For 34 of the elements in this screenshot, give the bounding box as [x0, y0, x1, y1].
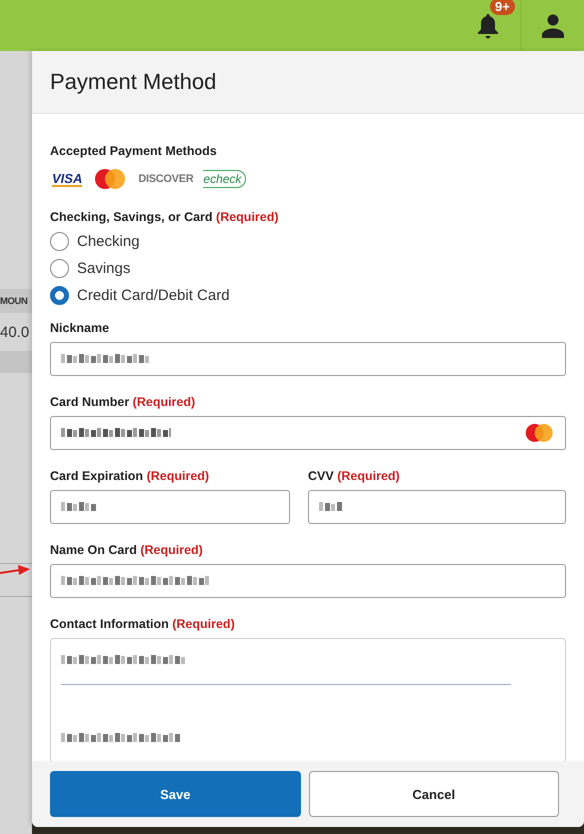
panel-title: Payment Method [50, 69, 216, 95]
table-row-band [0, 351, 32, 373]
table-cell-text: 40.0 [0, 322, 30, 342]
echeck-logo: echeck [203, 170, 246, 188]
field-label: Card Number (Required) [50, 395, 196, 409]
mastercard-logo-icon [522, 423, 555, 443]
bell-icon[interactable] [477, 12, 499, 38]
text-field[interactable] [50, 490, 290, 524]
user-icon[interactable] [542, 14, 564, 38]
save-button[interactable]: Save [50, 771, 300, 817]
cancel-button[interactable]: Cancel [308, 771, 559, 817]
field-label: Contact Information (Required) [50, 617, 236, 631]
table-header: MOUN [0, 289, 32, 313]
radio-button[interactable] [50, 286, 69, 305]
field-label: Nickname [50, 321, 110, 335]
radio-button[interactable] [50, 259, 69, 278]
redacted-text-drawing [61, 502, 97, 512]
radio-option[interactable]: Savings [50, 255, 566, 282]
radio-button[interactable] [50, 232, 69, 251]
text-field[interactable] [50, 564, 566, 598]
redacted-text-drawing [319, 502, 343, 512]
text-field[interactable] [308, 490, 566, 524]
discover-logo: DISCOVER [138, 173, 194, 185]
notification-badge: 9+ [490, 0, 515, 15]
radio-option[interactable]: Credit Card/Debit Card [50, 282, 566, 309]
radio-option[interactable]: Checking [50, 228, 566, 255]
text-field[interactable] [50, 416, 566, 450]
field-label: Card Expiration (Required) [50, 469, 210, 483]
field-label: Checking, Savings, or Card (Required) [50, 210, 280, 224]
text-field[interactable] [50, 342, 566, 376]
field-label: CVV (Required) [308, 469, 401, 483]
visa-logo: VISA [52, 172, 82, 186]
section-label: Accepted Payment Methods [50, 144, 218, 158]
field-label: Name On Card (Required) [50, 543, 204, 557]
